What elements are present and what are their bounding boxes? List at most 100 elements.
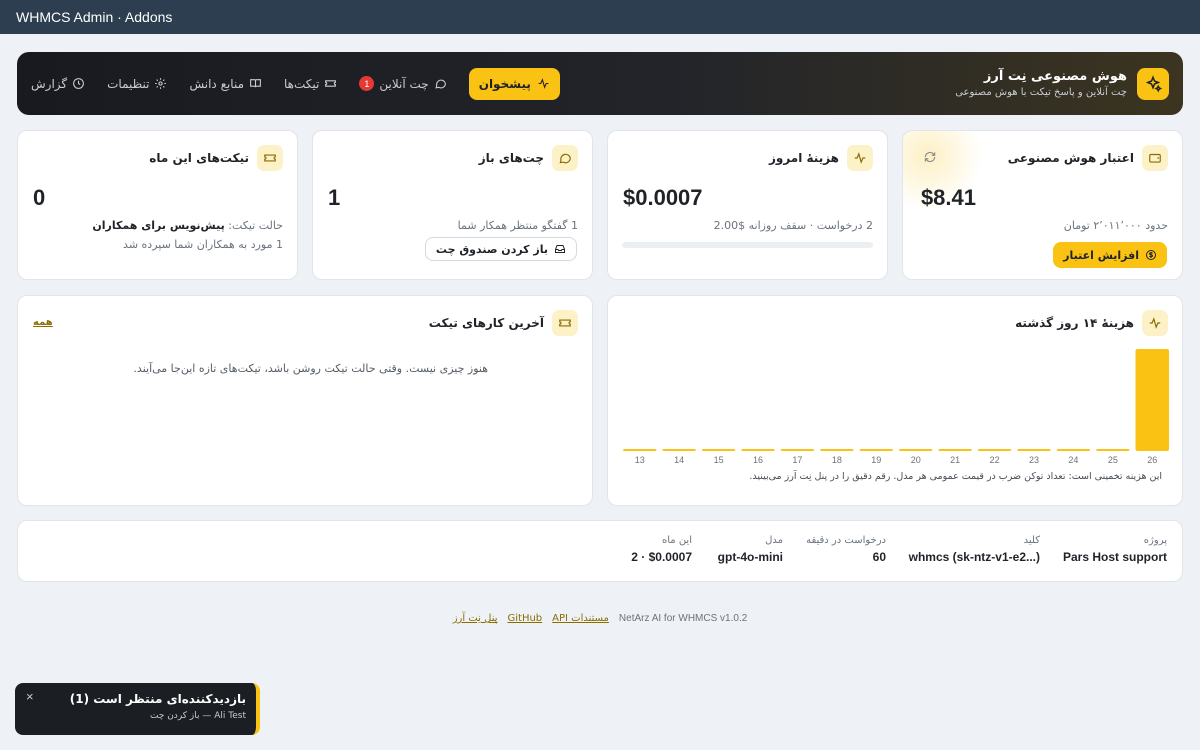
nav-dashboard[interactable]: پیشخوان <box>468 67 560 100</box>
cost-tick-25: 25 <box>1108 455 1118 465</box>
nav-tickets[interactable]: تیکت‌ها <box>284 77 337 91</box>
activity-icon <box>847 145 873 171</box>
cost-bar-14 <box>662 449 696 451</box>
footer-panel-link[interactable]: پنل نِت آرز <box>453 613 498 624</box>
footer: NetArz AI for WHMCS v1.0.2 مستندات API G… <box>0 613 1200 624</box>
open-chat-inbox-button[interactable]: باز کردن صندوق چت <box>424 237 577 261</box>
page-title: هوش مصنوعی نِت آرز <box>983 69 1127 84</box>
cost-bar-chart: 13 14 15 16 17 18 19 20 21 22 23 24 25 26 <box>622 349 1170 465</box>
ticket-icon <box>257 145 283 171</box>
refresh-icon[interactable] <box>923 149 937 168</box>
credit-value: $8.41 <box>920 185 976 210</box>
today-cost-value: $0.0007 <box>623 185 703 210</box>
cost-bar-22 <box>977 449 1012 451</box>
chat-bubble-icon <box>552 145 578 171</box>
open-chats-card: چت‌های باز 1 1 گفتگو منتظر همکار شما باز… <box>312 130 593 280</box>
info-key-label: کلید <box>1023 535 1040 546</box>
ticket-activity-panel: آخرین کارهای تیکت همه هنوز چیزی نیست. وق… <box>17 295 593 506</box>
cost-tick-21: 21 <box>950 455 960 465</box>
cost-tick-26: 26 <box>1147 455 1157 465</box>
open-chat-inbox-label: باز کردن صندوق چت <box>435 242 548 256</box>
toast-title: بازدیدکننده‌ای منتظر است (1) <box>69 692 246 706</box>
ticket-activity-title: آخرین کارهای تیکت <box>428 316 544 330</box>
increase-credit-button[interactable]: افزایش اعتبار <box>1053 242 1167 268</box>
cost-bar-26 <box>1135 349 1170 451</box>
cost-tick-15: 15 <box>714 455 724 465</box>
cost-tick-14: 14 <box>674 455 684 465</box>
main-nav: گزارش تنظیمات منابع دانش تیکت‌ها چت آنلا… <box>31 67 560 100</box>
nav-knowledge[interactable]: منابع دانش <box>189 77 262 91</box>
addon-header: هوش مصنوعی نِت آرز چت آنلاین و پاسخ تیکت… <box>17 52 1183 115</box>
cost-bar-15 <box>701 449 736 451</box>
visitor-waiting-toast[interactable]: بازدیدکننده‌ای منتظر است (1) Ali Test — … <box>15 683 260 735</box>
info-project: پروژه Pars Host support <box>1063 535 1167 564</box>
open-chats-title: چت‌های باز <box>478 151 544 165</box>
ticket-empty-state: هنوز چیزی نیست. وقتی حالت تیکت روشن باشد… <box>133 362 488 375</box>
increase-credit-label: افزایش اعتبار <box>1063 248 1139 262</box>
info-month: این ماه 2 · $0.0007 <box>631 535 692 564</box>
activity-icon <box>1142 310 1168 336</box>
nav-report-label: گزارش <box>31 76 68 91</box>
monthly-tickets-value: 0 <box>33 185 46 210</box>
info-rpm-label: درخواست در دقیقه <box>806 535 886 546</box>
book-icon <box>250 79 261 88</box>
cost-bar-24 <box>1056 449 1091 451</box>
info-rpm: درخواست در دقیقه 60 <box>806 535 886 564</box>
cost-tick-13: 13 <box>635 455 645 465</box>
ticket-icon <box>552 310 578 336</box>
tickets-assigned-note: 1 مورد به همکاران شما سپرده شد <box>123 238 283 251</box>
nav-tickets-label: تیکت‌ها <box>284 76 320 91</box>
activity-icon <box>538 78 549 89</box>
info-rpm-value: 60 <box>872 550 886 564</box>
wallet-icon <box>1142 145 1168 171</box>
cost-bar-17 <box>780 449 815 451</box>
clock-icon <box>73 78 85 89</box>
credit-card: اعتبار هوش مصنوعی $8.41 حدود ۲٬۰۱۱٬۰۰۰ ت… <box>902 130 1183 280</box>
daily-cap-progress <box>622 242 873 248</box>
info-project-value: Pars Host support <box>1062 550 1167 564</box>
cost-bar-13 <box>622 449 657 451</box>
ticket-mode: حالت تیکت: پیش‌نویس برای همکاران <box>92 219 283 232</box>
cost-tick-18: 18 <box>832 455 842 465</box>
nav-report[interactable]: گزارش <box>31 77 85 91</box>
sparkles-icon <box>1137 67 1169 100</box>
ticket-icon <box>325 80 337 87</box>
cost-bar-16 <box>741 449 775 451</box>
nav-chat[interactable]: چت آنلاین 1 <box>359 76 446 91</box>
footer-github-link[interactable]: GitHub <box>508 613 543 624</box>
info-key: کلید whmcs (sk-ntz-v1-e2...) <box>909 535 1040 564</box>
cost-tick-20: 20 <box>911 455 921 465</box>
footer-version: NetArz AI for WHMCS v1.0.2 <box>618 613 748 624</box>
window-title: WHMCS Admin · Addons <box>0 0 1200 34</box>
cost-tick-23: 23 <box>1029 455 1039 465</box>
gear-icon <box>155 78 167 89</box>
cost-tick-24: 24 <box>1068 455 1078 465</box>
monthly-tickets-title: تیکت‌های این ماه <box>149 151 249 165</box>
toast-subtitle[interactable]: Ali Test — باز کردن چت <box>25 711 246 721</box>
toast-close-button[interactable]: × <box>26 689 34 704</box>
footer-api-docs-link[interactable]: مستندات API <box>552 613 609 624</box>
cost-tick-16: 16 <box>753 455 763 465</box>
cost-bar-20 <box>898 449 933 451</box>
cost-footnote: این هزینه تخمینی است: تعداد توکن ضرب در … <box>749 471 1162 482</box>
nav-settings[interactable]: تنظیمات <box>107 77 167 91</box>
cost-tick-19: 19 <box>871 455 881 465</box>
all-tickets-link[interactable]: همه <box>33 317 53 328</box>
cost-bar-18 <box>820 449 854 451</box>
cost-bar-19 <box>859 449 894 451</box>
nav-chat-label: چت آنلاین <box>379 76 429 91</box>
today-cost-title: هزینهٔ امروز <box>768 151 839 165</box>
cost-tick-22: 22 <box>990 455 1000 465</box>
chat-count-badge: 1 <box>359 76 375 91</box>
cost-bar-23 <box>1017 449 1051 451</box>
open-chats-value: 1 <box>328 185 341 210</box>
monthly-tickets-card: تیکت‌های این ماه 0 حالت تیکت: پیش‌نویس ب… <box>17 130 298 280</box>
inbox-icon <box>555 245 565 253</box>
project-info-row: پروژه Pars Host support کلید whmcs (sk-n… <box>17 520 1183 582</box>
open-chats-note: 1 گفتگو منتظر همکار شما <box>457 219 578 232</box>
today-cost-card: هزینهٔ امروز $0.0007 2 درخواست · سقف روز… <box>607 130 888 280</box>
info-model: مدل gpt-4o-mini <box>718 535 783 564</box>
cost-tick-17: 17 <box>792 455 802 465</box>
nav-settings-label: تنظیمات <box>107 76 150 91</box>
chat-bubble-icon <box>435 79 446 89</box>
